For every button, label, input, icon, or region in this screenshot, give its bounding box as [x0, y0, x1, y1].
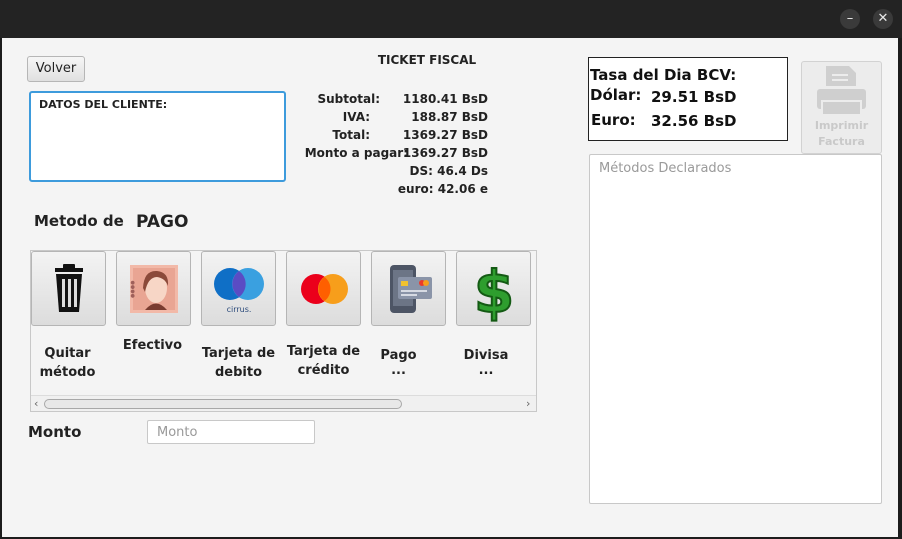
cash-icon: ●●●●: [130, 265, 178, 313]
metodos-declarados-list[interactable]: Métodos Declarados: [589, 154, 882, 504]
payment-methods-panel: Quitar método ●●●● Efectivo cirrus. Tarj…: [30, 250, 537, 412]
trash-icon: [55, 264, 83, 312]
methods-scrollbar[interactable]: ‹ ›: [31, 395, 536, 411]
quitar-label-line2: método: [39, 365, 96, 380]
iva-label: IVA:: [342, 110, 370, 124]
debito-label-line1: Tarjeta de: [201, 346, 276, 361]
scroll-left-icon[interactable]: ‹: [34, 396, 38, 411]
cirrus-text: cirrus.: [227, 305, 252, 314]
svg-text:$: $: [474, 258, 514, 325]
imprimir-label-line1: Imprimir: [814, 119, 869, 132]
ticket-title: TICKET FISCAL: [377, 53, 477, 67]
imprimir-label: Imprimir Factura: [802, 118, 881, 150]
printer-icon: [817, 66, 866, 116]
quitar-metodo-label: Quitar método: [31, 346, 104, 380]
tarjeta-credito-label: Tarjeta de crédito: [286, 344, 361, 378]
monto-input[interactable]: Monto: [147, 420, 315, 444]
debito-label-line2: debito: [214, 365, 263, 380]
tarjeta-debito-button[interactable]: cirrus.: [201, 251, 276, 326]
dolar-label: Dólar:: [590, 86, 642, 104]
close-icon[interactable]: ✕: [873, 9, 893, 29]
app-client-area: Volver DATOS DEL CLIENTE: TICKET FISCAL …: [0, 38, 898, 537]
pago-movil-button[interactable]: [371, 251, 446, 326]
euro-value: 32.56 BsD: [651, 112, 737, 130]
metodo-label: Metodo de: [34, 212, 124, 230]
euro-label: Euro:: [591, 111, 636, 129]
tasa-title: Tasa del Dia BCV:: [590, 66, 737, 84]
total-value: 1369.27 BsD: [402, 128, 488, 142]
volver-button[interactable]: Volver: [27, 56, 85, 82]
tasa-bcv-box: Tasa del Dia BCV: Dólar: 29.51 BsD Euro:…: [588, 57, 788, 141]
quitar-label-line1: Quitar: [44, 346, 91, 361]
euros-value: euro: 42.06 e: [397, 182, 488, 196]
divisa-label: Divisa ...: [463, 348, 509, 378]
efectivo-label: Efectivo: [122, 338, 183, 353]
dollar-icon: $: [473, 257, 515, 327]
imprimir-label-line2: Factura: [818, 135, 865, 148]
window-titlebar: – ✕: [0, 0, 902, 38]
payment-terminal-icon: [390, 265, 432, 313]
dolares-value: DS: 46.4 Ds: [409, 164, 488, 178]
tarjeta-credito-button[interactable]: [286, 251, 361, 326]
svg-text:●●●●: ●●●●: [130, 280, 136, 298]
subtotal-label: Subtotal:: [317, 92, 380, 106]
tarjeta-debito-label: Tarjeta de debito: [201, 346, 276, 380]
pago-label: Pago ...: [380, 348, 417, 378]
total-label: Total:: [332, 128, 370, 142]
subtotal-value: 1180.41 BsD: [402, 92, 488, 106]
metodos-declarados-placeholder: Métodos Declarados: [599, 161, 732, 176]
client-data-label: DATOS DEL CLIENTE:: [39, 98, 168, 111]
debit-card-icon: cirrus.: [214, 268, 264, 314]
minimize-icon[interactable]: –: [840, 9, 860, 29]
pago-label: PAGO: [136, 212, 189, 232]
monto-label: Monto: [28, 423, 82, 441]
imprimir-factura-button[interactable]: Imprimir Factura: [801, 61, 882, 154]
quitar-metodo-button[interactable]: [31, 251, 106, 326]
credito-label-line2: crédito: [297, 363, 350, 378]
credito-label-line1: Tarjeta de: [286, 344, 361, 359]
scroll-right-icon[interactable]: ›: [526, 396, 530, 411]
iva-value: 188.87 BsD: [411, 110, 488, 124]
dolar-value: 29.51 BsD: [651, 88, 737, 106]
credit-card-icon: [301, 274, 348, 304]
monto-pagar-value: 1369.27 BsD: [402, 146, 488, 160]
divisa-button[interactable]: $: [456, 251, 531, 327]
efectivo-button[interactable]: ●●●●: [116, 251, 191, 326]
scrollbar-thumb[interactable]: [44, 399, 402, 409]
